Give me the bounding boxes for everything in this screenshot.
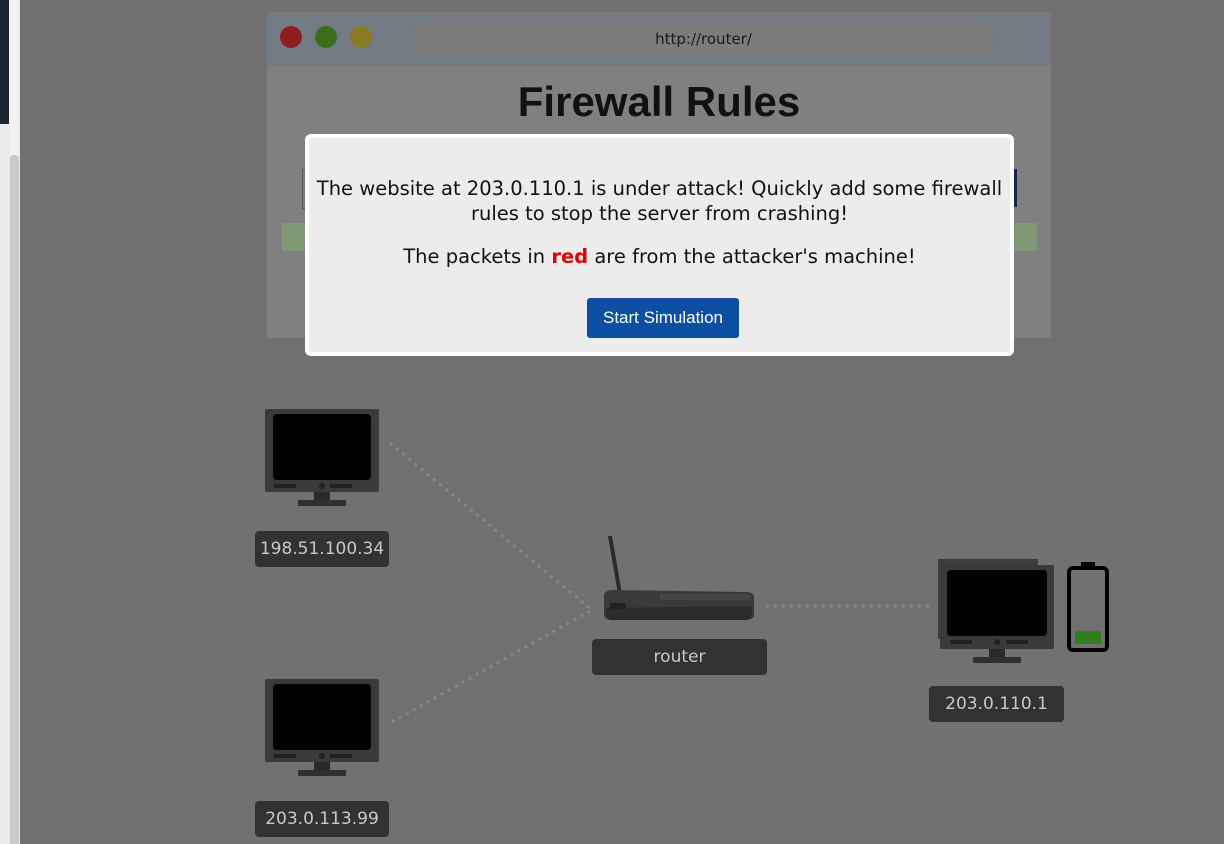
modal-red-highlight: red: [551, 245, 589, 268]
server-health-battery: [1066, 561, 1110, 653]
modal-line2-before: The packets in: [403, 245, 552, 268]
router-icon: [604, 536, 754, 620]
router-device: [600, 534, 758, 626]
server-monitor-icon: [938, 559, 1054, 663]
modal-line2-after: are from the attacker's machine!: [588, 245, 916, 268]
modal-message-line1b: rules to stop the server from crashing!: [470, 202, 849, 225]
modal-message-line2: The packets in red are from the attacker…: [309, 244, 1010, 269]
modal-message-line1: The website at 203.0.110.1 is under atta…: [309, 176, 1010, 226]
server-computer: [938, 559, 1058, 665]
attack-alert-modal: The website at 203.0.110.1 is under atta…: [305, 134, 1014, 356]
modal-message-line1a: The website at 203.0.110.1 is under atta…: [316, 177, 1003, 200]
router-label: router: [592, 639, 767, 675]
link-top-client-router: [389, 441, 593, 612]
client-bottom-ip-label: 203.0.113.99: [255, 801, 389, 837]
battery-level-fill: [1075, 631, 1101, 644]
client-computer-bottom: [264, 678, 380, 778]
start-simulation-button[interactable]: Start Simulation: [587, 298, 739, 338]
client-computer-top: [264, 408, 380, 508]
monitor-icon: [265, 409, 379, 506]
server-ip-label: 203.0.110.1: [929, 686, 1064, 722]
battery-icon: [1067, 562, 1109, 652]
link-bottom-client-router: [391, 608, 593, 724]
client-top-ip-label: 198.51.100.34: [255, 531, 389, 567]
monitor-icon: [265, 679, 379, 776]
